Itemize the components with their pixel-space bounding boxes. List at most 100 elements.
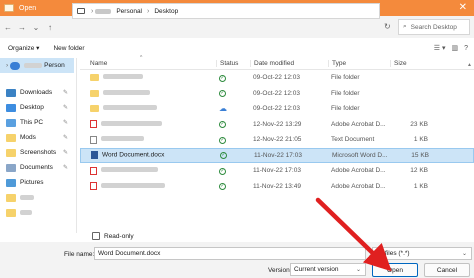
redacted-label [20, 195, 34, 200]
organize-button[interactable]: Organize ▾ [8, 44, 39, 52]
table-row[interactable]: ✓ 09-Oct-22 12:03 File folder [80, 86, 474, 102]
search-input[interactable]: ⌕ Search Desktop [398, 19, 470, 35]
file-name-label: File name: [64, 251, 95, 258]
breadcrumb-personal[interactable]: Personal [116, 8, 142, 15]
table-row[interactable]: ✓ 11-Nov-22 13:49 Adobe Acrobat D... 1 KB [80, 179, 474, 195]
size-cell: 23 KB [410, 120, 428, 128]
recent-dropdown-icon[interactable]: ⌄ [30, 23, 42, 32]
forward-icon[interactable]: → [16, 23, 28, 32]
new-folder-button[interactable]: New folder [53, 45, 84, 52]
file-name-cell[interactable] [80, 166, 216, 175]
redacted-label [20, 210, 32, 215]
up-icon[interactable]: ↑ [44, 23, 56, 32]
file-list: ^ Name Status Date modified Type Size ✓ 0… [80, 55, 474, 233]
text-file-icon [90, 135, 97, 144]
table-row[interactable]: Word Document.docx ✓ 11-Nov-22 17:03 Micros… [80, 147, 474, 163]
breadcrumb-desktop[interactable]: Desktop [154, 8, 178, 15]
column-header-type[interactable]: Type [328, 60, 390, 67]
folder-icon [6, 148, 16, 157]
close-icon[interactable]: ✕ [459, 2, 467, 13]
synced-check-icon: ✓ [220, 152, 227, 160]
refresh-icon[interactable]: ↻ [384, 22, 391, 31]
expand-chevron-icon[interactable]: › [6, 62, 8, 69]
checkbox-box[interactable] [92, 232, 100, 240]
date-cell: 11-Nov-22 13:49 [253, 182, 301, 190]
size-cell: 1 KB [413, 182, 428, 190]
table-row[interactable]: ✓ 11-Nov-22 17:03 Adobe Acrobat D... 12 KB [80, 163, 474, 179]
file-type-select[interactable]: All files (*.*) ⌄ [372, 247, 472, 260]
sidebar-item-onedrive[interactable]: › Person [0, 58, 74, 73]
pdf-icon [90, 166, 97, 175]
file-name-input[interactable]: Word Document.docx [94, 247, 366, 260]
sidebar-item-label: Screenshots [20, 149, 57, 156]
computer-icon [6, 118, 16, 127]
table-row[interactable]: ✓ 12-Nov-22 21:05 Text Document 1 KB [80, 132, 474, 148]
type-cell: Microsoft Word D... [332, 151, 388, 159]
table-row[interactable]: ✓ 09-Oct-22 12:03 File folder [80, 70, 474, 86]
sidebar-item-downloads[interactable]: Downloads ✎ [0, 85, 74, 100]
download-icon [6, 88, 16, 97]
type-cell: Adobe Acrobat D... [331, 120, 386, 128]
size-cell: 12 KB [410, 167, 428, 175]
redacted-user [24, 63, 43, 68]
help-icon[interactable]: ? [464, 45, 468, 52]
file-name-cell[interactable] [80, 120, 216, 129]
navigation-pane: › Person Downloads ✎ Desktop ✎ This PC ✎… [0, 58, 74, 233]
folder-icon [6, 193, 16, 202]
pin-icon: ✎ [62, 105, 68, 111]
status-cell: ✓ [216, 89, 250, 98]
sidebar-item-redacted[interactable] [0, 205, 74, 220]
sidebar-item-this-pc[interactable]: This PC ✎ [0, 115, 74, 130]
scroll-up-icon[interactable]: ▲ [467, 62, 472, 68]
sidebar-item-mods[interactable]: Mods ✎ [0, 130, 74, 145]
version-select[interactable]: Current version ⌄ [290, 263, 366, 276]
read-only-checkbox[interactable]: Read-only [92, 232, 134, 240]
pin-icon: ✎ [62, 135, 68, 141]
synced-check-icon: ✓ [219, 121, 226, 129]
preview-pane-icon[interactable]: ▥ [451, 44, 458, 52]
cancel-button[interactable]: Cancel [424, 263, 470, 277]
search-icon: ⌕ [403, 23, 407, 30]
redacted-file-name [103, 89, 150, 95]
pictures-icon [6, 178, 16, 187]
synced-check-icon: ✓ [219, 90, 226, 98]
sidebar-item-label: This PC [20, 119, 44, 126]
synced-check-icon: ✓ [219, 74, 226, 82]
view-options-icon[interactable]: ☰ ▾ [434, 44, 446, 52]
status-cell: ✓ [216, 182, 250, 191]
date-cell: 09-Oct-22 12:03 [253, 74, 300, 82]
sidebar-item-desktop[interactable]: Desktop ✎ [0, 100, 74, 115]
back-icon[interactable]: ← [2, 23, 14, 32]
pin-icon: ✎ [62, 90, 68, 96]
redacted-file-name [101, 167, 158, 173]
sidebar-item-pictures[interactable]: Pictures [0, 175, 74, 190]
sidebar-item-screenshots[interactable]: Screenshots ✎ [0, 145, 74, 160]
sidebar-item-documents[interactable]: Documents ✎ [0, 160, 74, 175]
document-icon [6, 163, 16, 172]
file-name-cell[interactable] [80, 135, 216, 144]
version-label: Version: [268, 267, 292, 274]
file-name-cell[interactable] [80, 182, 216, 191]
file-name-cell[interactable] [80, 89, 216, 97]
type-cell: File folder [331, 89, 360, 97]
column-header-size[interactable]: Size [390, 60, 432, 67]
date-cell: 12-Nov-22 13:29 [253, 120, 302, 128]
redacted-file-name [101, 120, 162, 126]
type-cell: File folder [331, 74, 360, 82]
breadcrumb[interactable]: › Personal › Desktop [72, 3, 380, 19]
pin-icon: ✎ [62, 150, 68, 156]
file-name-cell[interactable] [80, 105, 216, 113]
version-value: Current version [294, 266, 339, 273]
file-name-cell[interactable] [80, 74, 216, 82]
column-header-status[interactable]: Status [216, 60, 250, 67]
table-row[interactable]: ✓ 12-Nov-22 13:29 Adobe Acrobat D... 23 KB [80, 117, 474, 133]
sidebar-item-redacted[interactable] [0, 190, 74, 205]
vertical-scrollbar[interactable] [468, 70, 472, 210]
pane-divider[interactable] [76, 58, 77, 233]
column-header-date[interactable]: Date modified [250, 60, 328, 67]
date-cell: 12-Nov-22 21:05 [253, 136, 302, 144]
column-header-name[interactable]: ^ Name [80, 55, 216, 67]
open-button[interactable]: Open [372, 263, 418, 277]
file-name-cell[interactable]: Word Document.docx [81, 151, 217, 160]
table-row[interactable]: ☁ 09-Oct-22 12:03 File folder [80, 101, 474, 117]
